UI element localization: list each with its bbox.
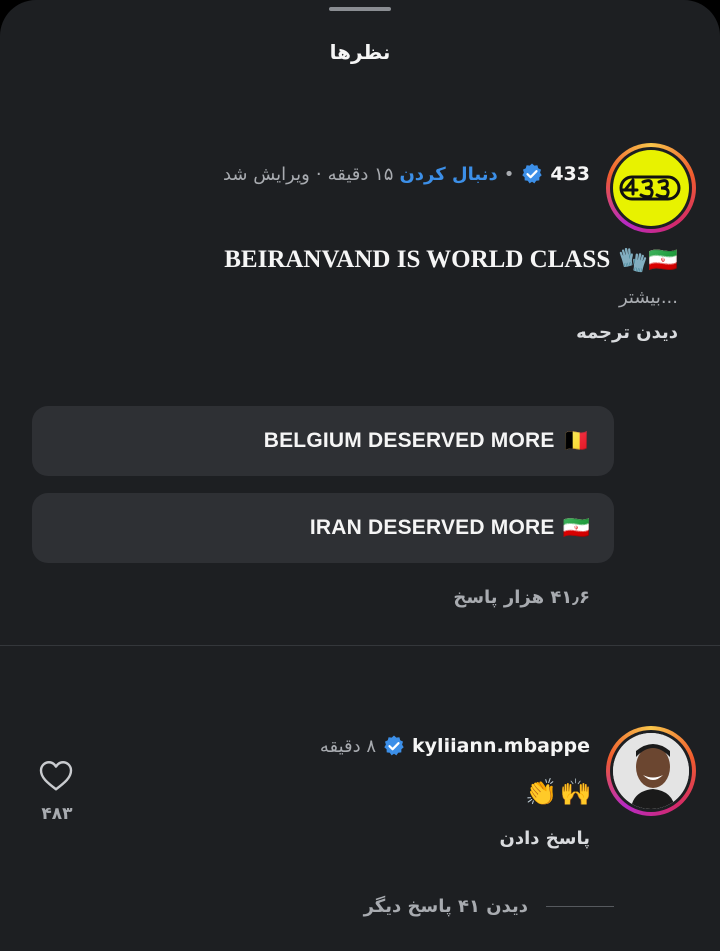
sheet-grabber[interactable] xyxy=(329,7,391,11)
reply-time: ۸ دقیقه xyxy=(319,735,377,757)
433-logo-icon xyxy=(619,175,681,201)
comments-sheet: نظرها 433 • دنبال کردن ۱۵ دقیقه · ویرایش… xyxy=(0,0,720,951)
profile-photo-icon xyxy=(613,733,689,809)
belgium-flag-icon: 🇧🇪 xyxy=(562,428,590,454)
view-more-label: دیدن ۴۱ پاسخ دیگر xyxy=(363,895,528,917)
follow-button[interactable]: دنبال کردن xyxy=(399,164,497,185)
heart-icon xyxy=(39,761,73,791)
like-count: ۴۸۳ xyxy=(41,804,73,824)
reply-header: kyliiann.mbappe ۸ دقیقه xyxy=(320,730,590,762)
post-time: ۱۵ دقیقه xyxy=(327,163,394,185)
verified-badge-icon xyxy=(522,163,543,184)
caption-emojis: 🧤🇮🇷 xyxy=(618,246,678,274)
poll-option-label: IRAN DESERVED MORE xyxy=(309,516,555,539)
view-more-replies[interactable]: دیدن ۴۱ پاسخ دیگر xyxy=(360,892,614,920)
poll-option-iran[interactable]: 🇮🇷 IRAN DESERVED MORE xyxy=(32,493,614,563)
like-button[interactable] xyxy=(36,758,76,796)
reply-username[interactable]: kyliiann.mbappe xyxy=(412,735,590,757)
post-username[interactable]: 433 xyxy=(550,163,590,185)
replies-count[interactable]: ۴۱٫۶ هزار پاسخ xyxy=(453,587,590,608)
poll-option-belgium[interactable]: 🇧🇪 BELGIUM DESERVED MORE xyxy=(32,406,614,476)
see-more-link[interactable]: ...بیشتر xyxy=(619,287,678,308)
raising-hands-icon: 🙌 xyxy=(559,778,592,808)
separator-dot: • xyxy=(503,163,515,185)
clapping-hands-icon: 👏 xyxy=(525,778,558,808)
divider xyxy=(0,645,720,646)
reply-button[interactable]: پاسخ دادن xyxy=(500,828,590,849)
reply-avatar[interactable] xyxy=(606,726,696,816)
see-translation-link[interactable]: دیدن ترجمه xyxy=(576,322,678,343)
poll-option-label: BELGIUM DESERVED MORE xyxy=(263,429,555,452)
iran-flag-icon: 🇮🇷 xyxy=(562,515,590,541)
reply-text: 🙌 👏 xyxy=(525,778,592,814)
post-header: 433 • دنبال کردن ۱۵ دقیقه · ویرایش شد xyxy=(223,158,590,190)
verified-badge-icon xyxy=(384,735,404,756)
edited-label: ویرایش شد xyxy=(222,163,310,185)
post-avatar[interactable] xyxy=(606,143,696,233)
caption-text: BEIRANVAND IS WORLD CLASS xyxy=(224,246,611,273)
view-more-line xyxy=(546,905,614,907)
post-caption: 🧤🇮🇷 BEIRANVAND IS WORLD CLASS xyxy=(224,240,678,280)
sheet-title: نظرها xyxy=(329,40,391,64)
separator-dot-2: · xyxy=(315,163,322,185)
